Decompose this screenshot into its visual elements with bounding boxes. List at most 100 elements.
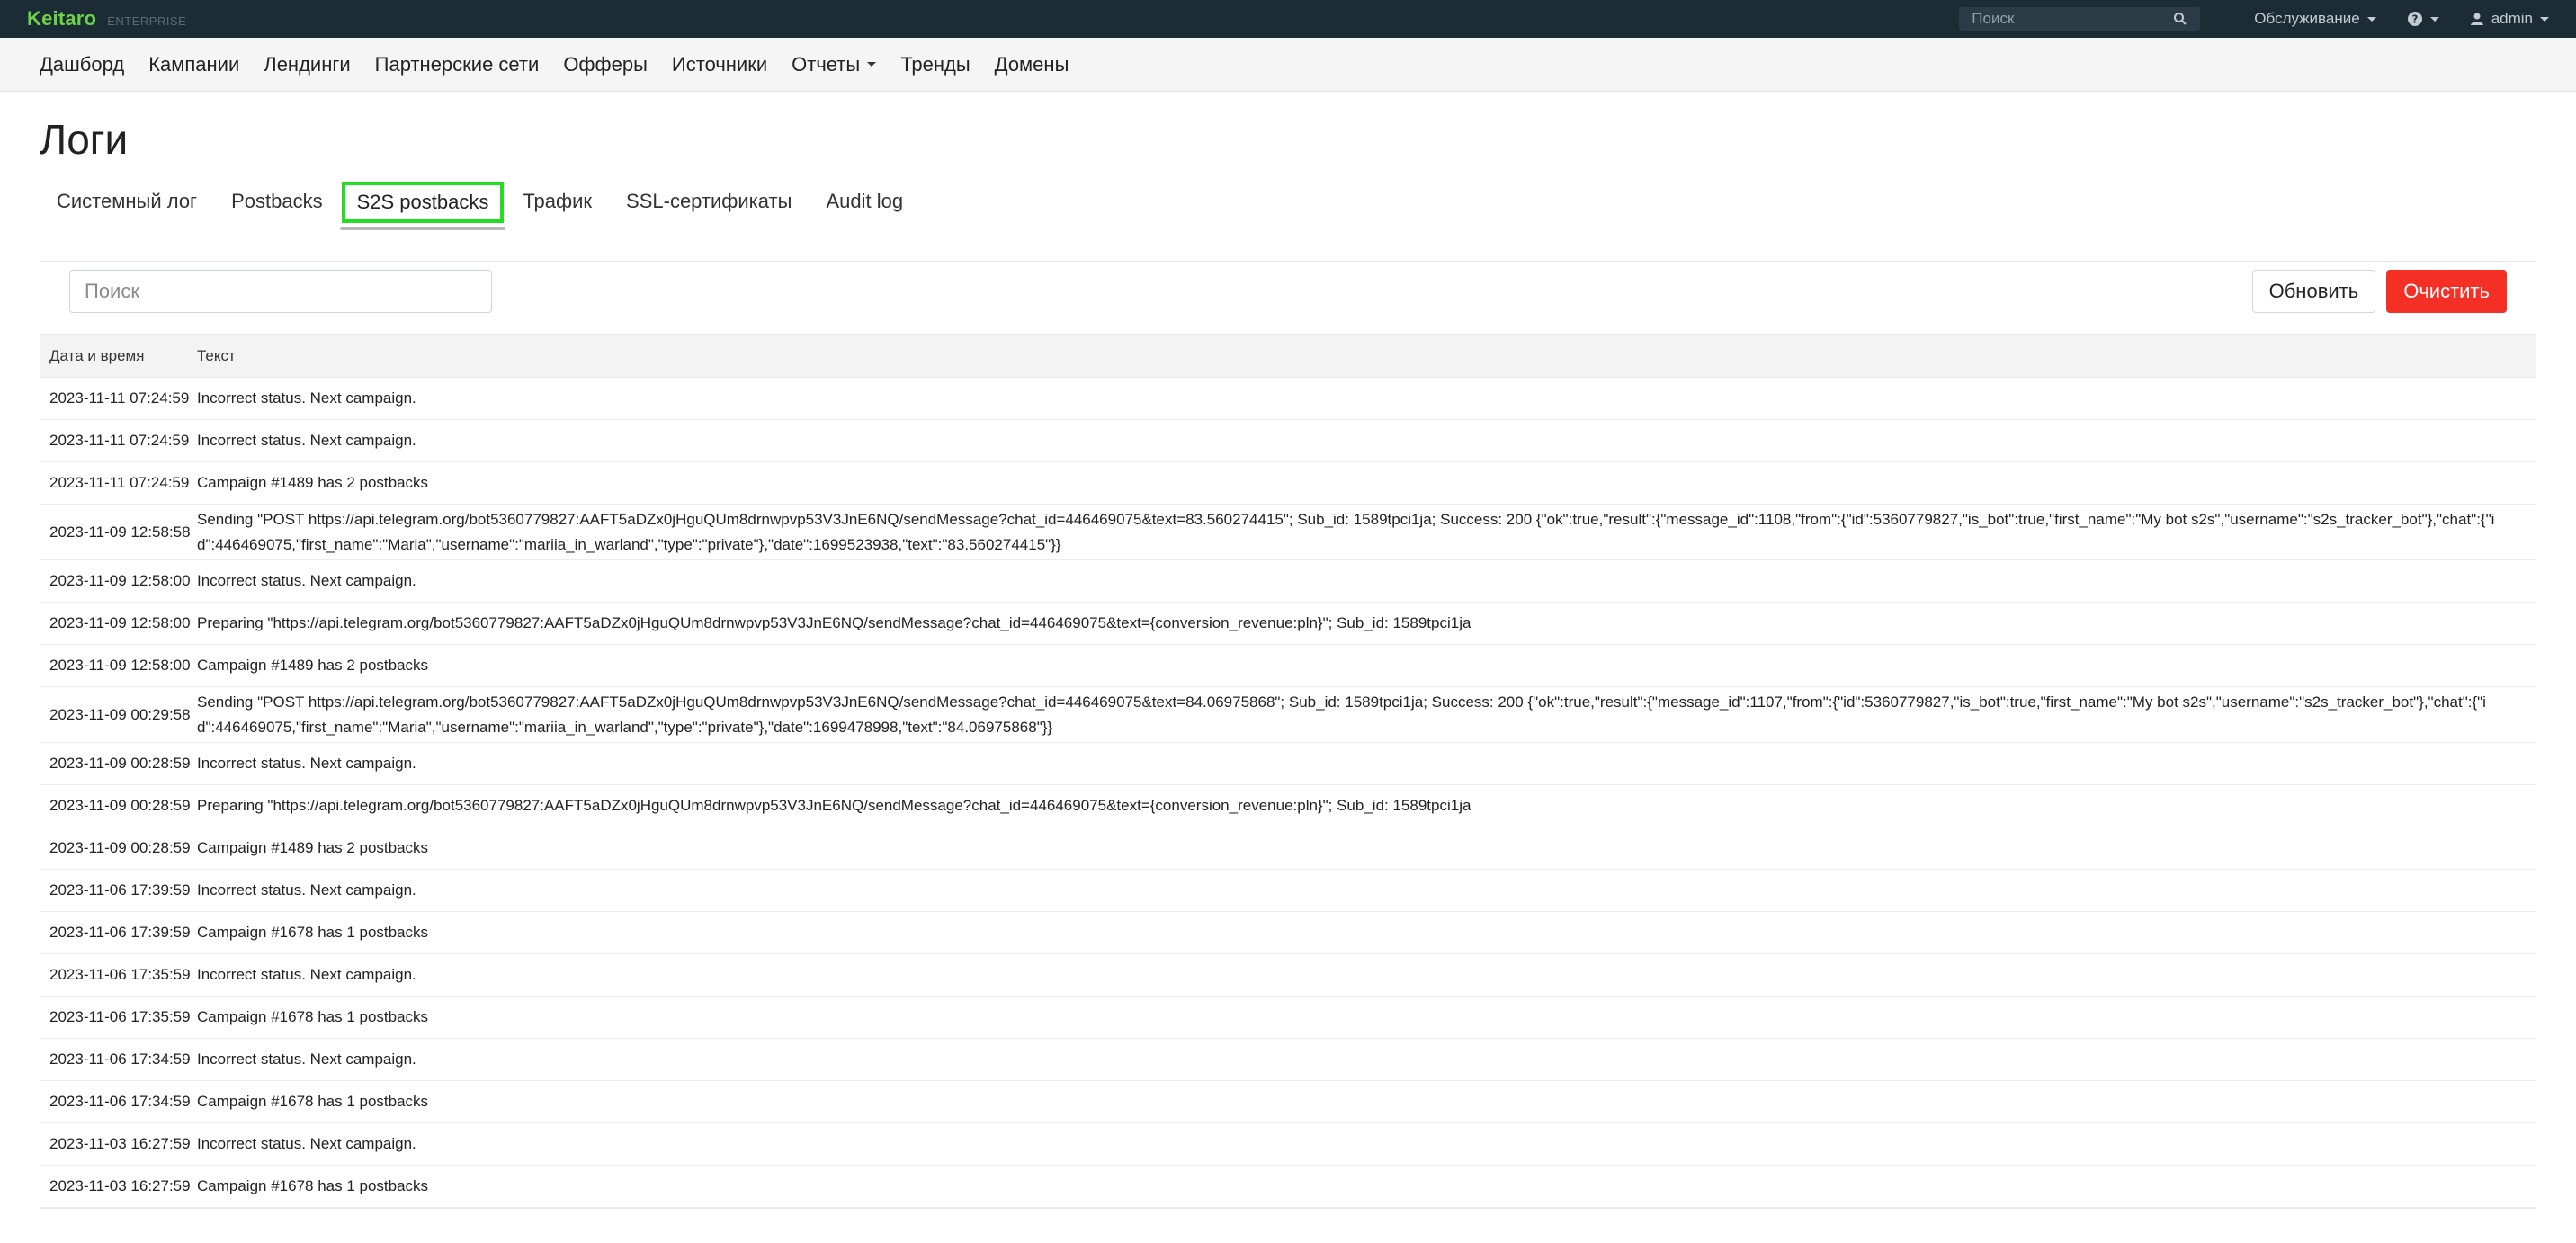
brand-logo: Keitaro (27, 7, 97, 30)
tab-traffic[interactable]: Трафик (505, 185, 609, 218)
row-date: 2023-11-09 12:58:00 (40, 559, 197, 603)
brand[interactable]: Keitaro ENTERPRISE (27, 7, 186, 31)
row-date: 2023-11-09 00:28:59 (40, 784, 197, 827)
page-title: Логи (40, 116, 129, 163)
log-tabs: Системный лог Postbacks S2S postbacks Тр… (40, 182, 2536, 230)
row-date: 2023-11-09 12:58:00 (40, 602, 197, 645)
tab-ssl-certificates[interactable]: SSL-сертификаты (609, 185, 809, 218)
row-text: Incorrect status. Next campaign. (197, 559, 2536, 603)
service-menu[interactable]: Обслуживание (2254, 10, 2376, 28)
user-icon (2470, 13, 2483, 25)
row-date: 2023-11-09 00:28:59 (40, 742, 197, 785)
row-date: 2023-11-06 17:34:59 (40, 1038, 197, 1081)
row-date: 2023-11-11 07:24:59 (40, 461, 197, 505)
table-row: 2023-11-09 12:58:58 Sending "POST https:/… (40, 504, 2536, 560)
row-date: 2023-11-09 12:58:00 (40, 644, 197, 687)
user-name: admin (2491, 10, 2533, 27)
chevron-down-icon (2540, 16, 2549, 22)
table-row: 2023-11-09 12:58:00 Incorrect status. Nex… (40, 559, 2536, 603)
table-row: 2023-11-06 17:39:59 Incorrect status. Nex… (40, 869, 2536, 912)
tab-s2s-postbacks[interactable]: S2S postbacks (339, 182, 506, 230)
user-menu[interactable]: admin (2470, 10, 2549, 28)
row-date: 2023-11-03 16:27:59 (40, 1165, 197, 1208)
column-header-date[interactable]: Дата и время (40, 335, 197, 378)
row-date: 2023-11-09 12:58:58 (40, 504, 197, 560)
nav-reports[interactable]: Отчеты (792, 52, 877, 76)
row-text: Incorrect status. Next campaign. (197, 419, 2536, 462)
global-search (1959, 7, 2201, 31)
nav-dashboard[interactable]: Дашборд (40, 53, 124, 76)
row-text: Incorrect status. Next campaign. (197, 742, 2536, 785)
row-date: 2023-11-11 07:24:59 (40, 419, 197, 462)
row-text: Campaign #1678 has 1 postbacks (197, 1165, 2536, 1208)
brand-edition: ENTERPRISE (107, 14, 187, 28)
column-header-text[interactable]: Текст (197, 335, 2536, 378)
search-icon[interactable] (2173, 12, 2187, 26)
row-date: 2023-11-03 16:27:59 (40, 1122, 197, 1166)
row-text: Incorrect status. Next campaign. (197, 869, 2536, 912)
row-text: Sending "POST https://api.telegram.org/b… (197, 504, 2536, 560)
row-date: 2023-11-09 00:29:58 (40, 686, 197, 743)
table-row: 2023-11-06 17:35:59 Incorrect status. Nex… (40, 953, 2536, 997)
log-table-body: 2023-11-11 07:24:59 Incorrect status. Nex… (40, 377, 2536, 1208)
row-date: 2023-11-06 17:34:59 (40, 1080, 197, 1123)
help-menu[interactable]: ? (2407, 11, 2439, 27)
table-row: 2023-11-09 12:58:00 Campaign #1489 has 2 … (40, 644, 2536, 687)
tab-system-log[interactable]: Системный лог (40, 185, 214, 218)
nav-affiliate-networks[interactable]: Партнерские сети (375, 53, 540, 76)
table-row: 2023-11-11 07:24:59 Incorrect status. Nex… (40, 377, 2536, 420)
table-row: 2023-11-06 17:35:59 Campaign #1678 has 1 … (40, 996, 2536, 1039)
row-text: Incorrect status. Next campaign. (197, 1038, 2536, 1081)
row-date: 2023-11-06 17:35:59 (40, 996, 197, 1039)
nav-offers[interactable]: Офферы (563, 53, 648, 76)
row-text: Incorrect status. Next campaign. (197, 1122, 2536, 1166)
table-row: 2023-11-06 17:34:59 Campaign #1678 has 1 … (40, 1080, 2536, 1123)
global-search-input[interactable] (1972, 10, 2174, 28)
row-text: Campaign #1489 has 2 postbacks (197, 827, 2536, 870)
nav-sources[interactable]: Источники (672, 53, 767, 76)
table-header-row: Дата и время Текст (40, 334, 2536, 378)
row-text: Campaign #1489 has 2 postbacks (197, 461, 2536, 505)
row-text: Preparing "https://api.telegram.org/bot5… (197, 784, 2536, 827)
log-panel: Обновить Очистить Дата и время Текст 202… (40, 261, 2536, 1209)
row-text: Campaign #1678 has 1 postbacks (197, 1080, 2536, 1123)
table-row: 2023-11-03 16:27:59 Campaign #1678 has 1 … (40, 1165, 2536, 1208)
row-date: 2023-11-06 17:35:59 (40, 953, 197, 997)
tab-postbacks[interactable]: Postbacks (214, 185, 340, 218)
table-row: 2023-11-09 00:29:58 Sending "POST https:/… (40, 686, 2536, 743)
table-row: 2023-11-09 12:58:00 Preparing "https://ap… (40, 602, 2536, 645)
main-nav: Дашборд Кампании Лендинги Партнерские се… (0, 38, 2576, 92)
row-date: 2023-11-11 07:24:59 (40, 377, 197, 420)
nav-trends[interactable]: Тренды (900, 53, 970, 76)
nav-landings[interactable]: Лендинги (264, 53, 350, 76)
page-content: Логи Системный лог Postbacks S2S postbac… (0, 115, 2576, 1209)
nav-reports-label: Отчеты (792, 52, 861, 76)
row-date: 2023-11-09 00:28:59 (40, 827, 197, 870)
top-bar: Keitaro ENTERPRISE Обслуживание ? (0, 0, 2576, 38)
row-text: Incorrect status. Next campaign. (197, 953, 2536, 997)
table-row: 2023-11-09 00:28:59 Preparing "https://ap… (40, 784, 2536, 827)
row-date: 2023-11-06 17:39:59 (40, 911, 197, 954)
table-row: 2023-11-06 17:34:59 Incorrect status. Nex… (40, 1038, 2536, 1081)
table-row: 2023-11-11 07:24:59 Campaign #1489 has 2 … (40, 461, 2536, 505)
table-row: 2023-11-11 07:24:59 Incorrect status. Nex… (40, 419, 2536, 462)
row-text: Campaign #1678 has 1 postbacks (197, 911, 2536, 954)
chevron-down-icon (867, 62, 877, 67)
log-table: Дата и время Текст 2023-11-11 07:24:59 In… (40, 334, 2536, 1208)
clear-button[interactable]: Очистить (2386, 270, 2507, 313)
tab-audit-log[interactable]: Audit log (809, 185, 920, 218)
help-icon: ? (2407, 12, 2422, 26)
table-row: 2023-11-09 00:28:59 Campaign #1489 has 2 … (40, 827, 2536, 870)
table-row: 2023-11-06 17:39:59 Campaign #1678 has 1 … (40, 911, 2536, 954)
row-text: Campaign #1678 has 1 postbacks (197, 996, 2536, 1039)
service-menu-label: Обслуживание (2254, 10, 2360, 27)
refresh-button[interactable]: Обновить (2251, 270, 2376, 313)
log-search-input[interactable] (69, 270, 492, 313)
nav-campaigns[interactable]: Кампании (148, 53, 239, 76)
svg-text:?: ? (2411, 13, 2418, 26)
nav-domains[interactable]: Домены (995, 53, 1069, 76)
row-text: Preparing "https://api.telegram.org/bot5… (197, 602, 2536, 645)
chevron-down-icon (2429, 16, 2439, 22)
table-row: 2023-11-03 16:27:59 Incorrect status. Nex… (40, 1122, 2536, 1166)
row-text: Campaign #1489 has 2 postbacks (197, 644, 2536, 687)
